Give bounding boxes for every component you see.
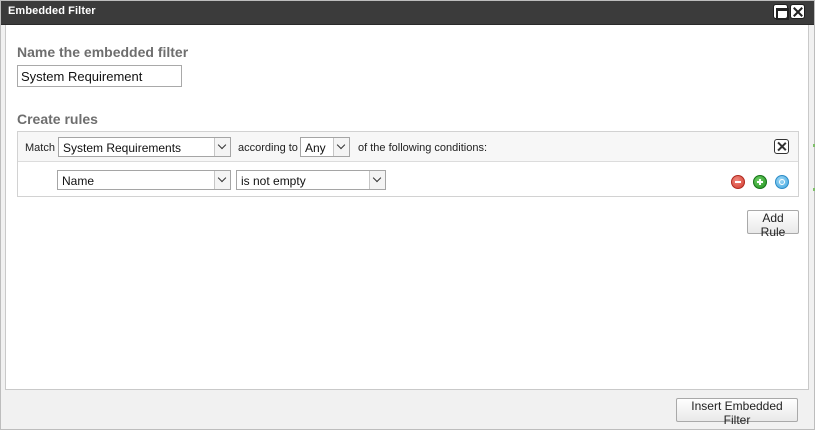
filter-name-input[interactable] <box>17 65 182 87</box>
add-rule-icon[interactable] <box>753 175 767 189</box>
minimize-icon[interactable] <box>773 4 789 20</box>
according-label: according to <box>238 142 298 154</box>
close-icon[interactable] <box>790 4 805 19</box>
insert-embedded-filter-button[interactable]: Insert Embedded Filter <box>676 398 798 427</box>
chevron-down-icon[interactable] <box>214 138 230 156</box>
match-row: Match System Requirements according to A… <box>18 132 798 162</box>
rule-operator-value: is not empty <box>241 174 306 188</box>
rule-field-value: Name <box>62 174 95 188</box>
entity-select-value: System Requirements <box>63 141 182 155</box>
rules-heading: Create rules <box>17 111 98 127</box>
match-label: Match <box>25 142 55 154</box>
remove-group-icon[interactable] <box>774 139 789 154</box>
rules-box: Match System Requirements according to A… <box>17 131 799 197</box>
following-label: of the following conditions: <box>358 142 488 154</box>
add-rule-button[interactable]: Add Rule <box>747 210 799 239</box>
add-group-icon[interactable] <box>775 175 789 189</box>
entity-select[interactable]: System Requirements <box>58 137 231 157</box>
title-bar[interactable]: Embedded Filter <box>1 1 814 25</box>
name-heading: Name the embedded filter <box>17 44 189 60</box>
remove-rule-icon[interactable] <box>731 175 745 189</box>
chevron-down-icon[interactable] <box>333 138 349 156</box>
chevron-down-icon[interactable] <box>369 171 385 189</box>
rule-operator-select[interactable]: is not empty <box>236 170 386 190</box>
match-mode-value: Any <box>305 141 326 155</box>
rule-field-select[interactable]: Name <box>57 170 231 190</box>
dialog-title: Embedded Filter <box>8 5 96 17</box>
chevron-down-icon[interactable] <box>214 171 230 189</box>
embedded-filter-dialog: Embedded Filter Name the embedded filter… <box>0 0 815 430</box>
filter-panel: Name the embedded filter Create rules Ma… <box>5 25 809 390</box>
match-mode-select[interactable]: Any <box>300 137 350 157</box>
